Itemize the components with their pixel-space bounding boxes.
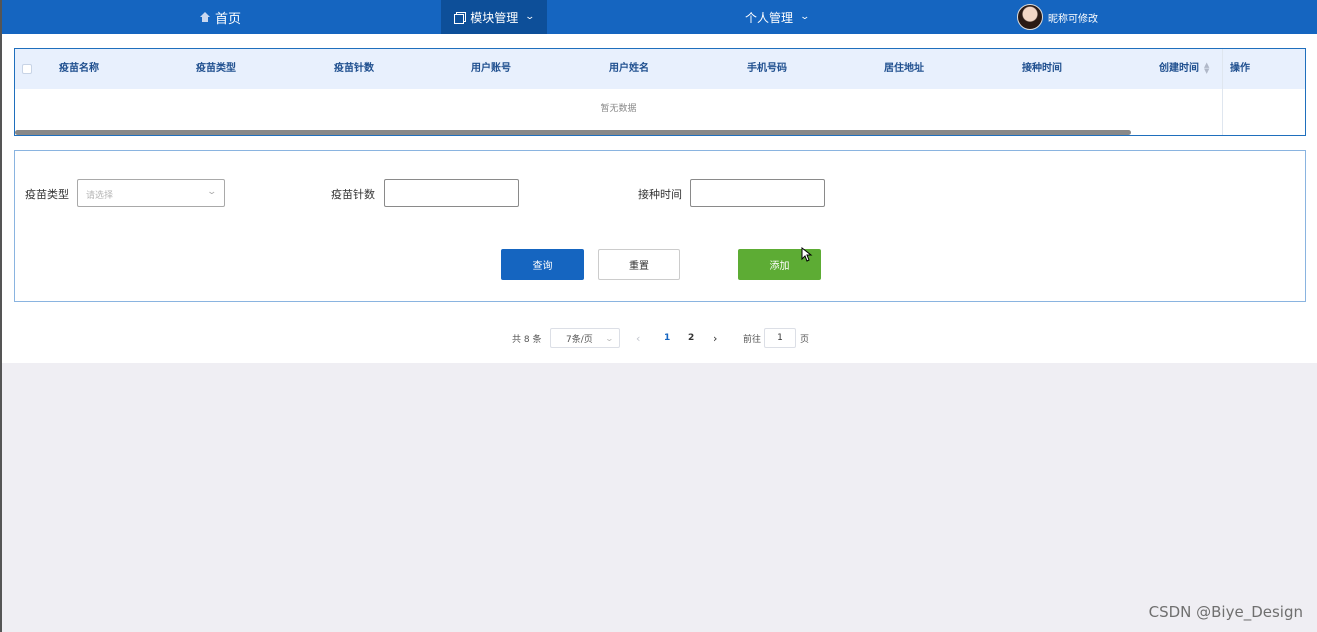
sort-icon[interactable]: ▲ ▼ <box>1204 62 1209 75</box>
col-header-vaccination-time: 接种时间 <box>1022 63 1062 74</box>
nav-home[interactable]: 首页 <box>200 0 241 34</box>
col-header-dose-count: 疫苗针数 <box>334 63 374 74</box>
table-header: 疫苗名称 疫苗类型 疫苗针数 用户账号 用户姓名 手机号码 居住地址 接种时间 … <box>15 49 1305 89</box>
col-header-operation: 操作 <box>1230 63 1250 74</box>
col-header-phone: 手机号码 <box>747 63 787 74</box>
col-header-address: 居住地址 <box>884 63 924 74</box>
created-time-label: 创建时间 <box>1159 63 1199 74</box>
vaccine-type-select[interactable]: 请选择 ⌄ <box>77 179 225 207</box>
nav-personal-management[interactable]: 个人管理 ⌄ <box>745 0 811 34</box>
chevron-down-icon: ⌄ <box>206 187 218 197</box>
vaccine-type-placeholder: 请选择 <box>86 191 114 201</box>
nav-module-management[interactable]: 模块管理 ⌄ <box>441 0 547 34</box>
table-empty-text: 暂无数据 <box>600 104 637 114</box>
page-number-2[interactable]: 2 <box>688 328 694 348</box>
col-header-vaccine-type: 疫苗类型 <box>196 63 236 74</box>
vaccine-type-label: 疫苗类型 <box>25 188 69 201</box>
nickname-label: 昵称可修改 <box>1048 13 1098 25</box>
mouse-cursor-icon <box>795 237 813 262</box>
top-navbar: 首页 模块管理 ⌄ 个人管理 ⌄ 昵称可修改 <box>2 0 1317 34</box>
copy-icon <box>454 11 467 24</box>
chevron-down-icon: ⌄ <box>524 12 536 22</box>
dose-count-label: 疫苗针数 <box>331 188 375 201</box>
nav-module-label: 模块管理 <box>470 10 519 25</box>
col-header-created-time[interactable]: 创建时间 ▲ ▼ <box>1159 49 1209 89</box>
nav-personal-label: 个人管理 <box>745 10 794 25</box>
nav-user-profile[interactable]: 昵称可修改 <box>1017 0 1098 34</box>
data-table: 疫苗名称 疫苗类型 疫苗针数 用户账号 用户姓名 手机号码 居住地址 接种时间 … <box>14 48 1306 136</box>
table-horizontal-scrollbar[interactable] <box>15 130 1131 135</box>
dose-count-input[interactable] <box>384 179 519 207</box>
avatar[interactable] <box>1017 4 1043 30</box>
watermark-text: CSDN @Biye_Design <box>1148 603 1303 621</box>
home-icon <box>200 12 210 22</box>
page-suffix-label: 页 <box>800 334 810 345</box>
next-page-button[interactable]: › <box>713 328 717 348</box>
goto-label: 前往 <box>743 334 762 345</box>
query-button[interactable]: 查询 <box>501 249 584 280</box>
reset-button[interactable]: 重置 <box>598 249 680 280</box>
page-number-1[interactable]: 1 <box>664 328 670 348</box>
col-header-vaccine-name: 疫苗名称 <box>59 63 99 74</box>
prev-page-button[interactable]: ‹ <box>636 328 640 348</box>
page-size-select[interactable]: 7条/页 ⌄ <box>550 328 620 348</box>
col-header-user-account: 用户账号 <box>471 63 511 74</box>
select-all-checkbox[interactable] <box>22 64 32 74</box>
pagination-total: 共 8 条 <box>512 334 542 345</box>
search-form: 疫苗类型 请选择 ⌄ 疫苗针数 接种时间 查询 重置 添加 <box>14 150 1306 302</box>
vaccination-time-label: 接种时间 <box>638 188 682 201</box>
page-size-value: 7条/页 <box>566 334 593 345</box>
main-content: 疫苗名称 疫苗类型 疫苗针数 用户账号 用户姓名 手机号码 居住地址 接种时间 … <box>2 34 1317 363</box>
goto-page-input[interactable]: 1 <box>764 328 796 348</box>
chevron-down-icon: ⌄ <box>799 12 811 22</box>
col-header-user-name: 用户姓名 <box>609 63 649 74</box>
nav-home-label: 首页 <box>215 11 242 27</box>
vaccination-time-input[interactable] <box>690 179 825 207</box>
operation-column: 操作 <box>1222 49 1305 135</box>
chevron-down-icon: ⌄ <box>604 333 615 343</box>
